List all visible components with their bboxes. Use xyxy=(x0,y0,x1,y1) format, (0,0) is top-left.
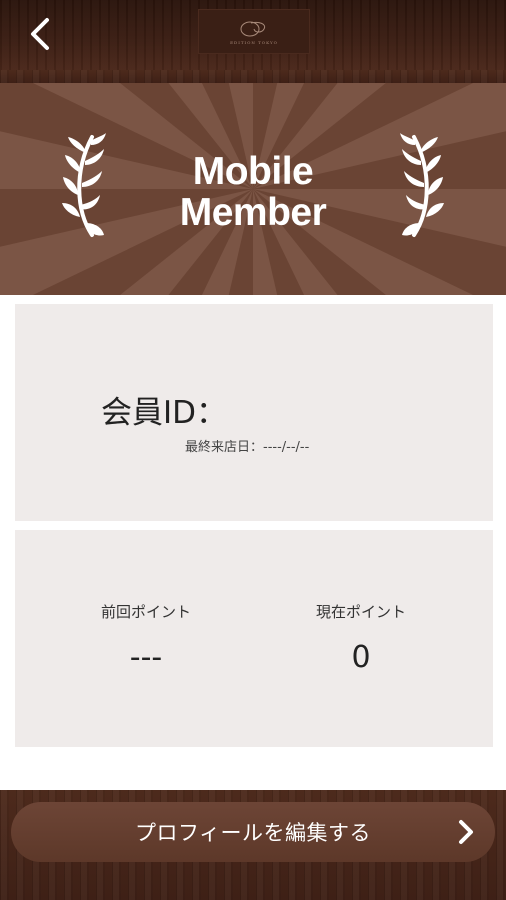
current-points-value: 0 xyxy=(351,640,371,675)
logo-mark-icon xyxy=(240,21,266,36)
current-points-label: 現在ポイント xyxy=(315,603,406,621)
points-card: 前回ポイント --- 現在ポイント 0 xyxy=(15,530,493,747)
top-bar: EDITION TOKYO xyxy=(0,0,506,70)
previous-points-value: --- xyxy=(129,640,163,675)
previous-points-label: 前回ポイント xyxy=(100,603,191,621)
member-banner: Mobile Member xyxy=(0,83,506,295)
member-id-label: 会員ID： xyxy=(101,395,228,431)
chevron-left-icon xyxy=(31,18,49,50)
logo-text: EDITION TOKYO xyxy=(230,39,278,45)
chevron-right-icon xyxy=(459,820,473,844)
member-id-card: 会員ID： 最終来店日：----/--/-- xyxy=(15,304,493,521)
edit-profile-button[interactable]: プロフィールを編集する xyxy=(11,802,495,862)
logo: EDITION TOKYO xyxy=(198,9,310,54)
wood-strip xyxy=(0,70,506,83)
edit-profile-label: プロフィールを編集する xyxy=(134,821,372,845)
last-visit-date: 最終来店日：----/--/-- xyxy=(185,440,310,455)
back-button[interactable] xyxy=(18,12,62,56)
banner-title-line2: Member xyxy=(179,191,327,234)
banner-title-line1: Mobile xyxy=(192,150,314,193)
